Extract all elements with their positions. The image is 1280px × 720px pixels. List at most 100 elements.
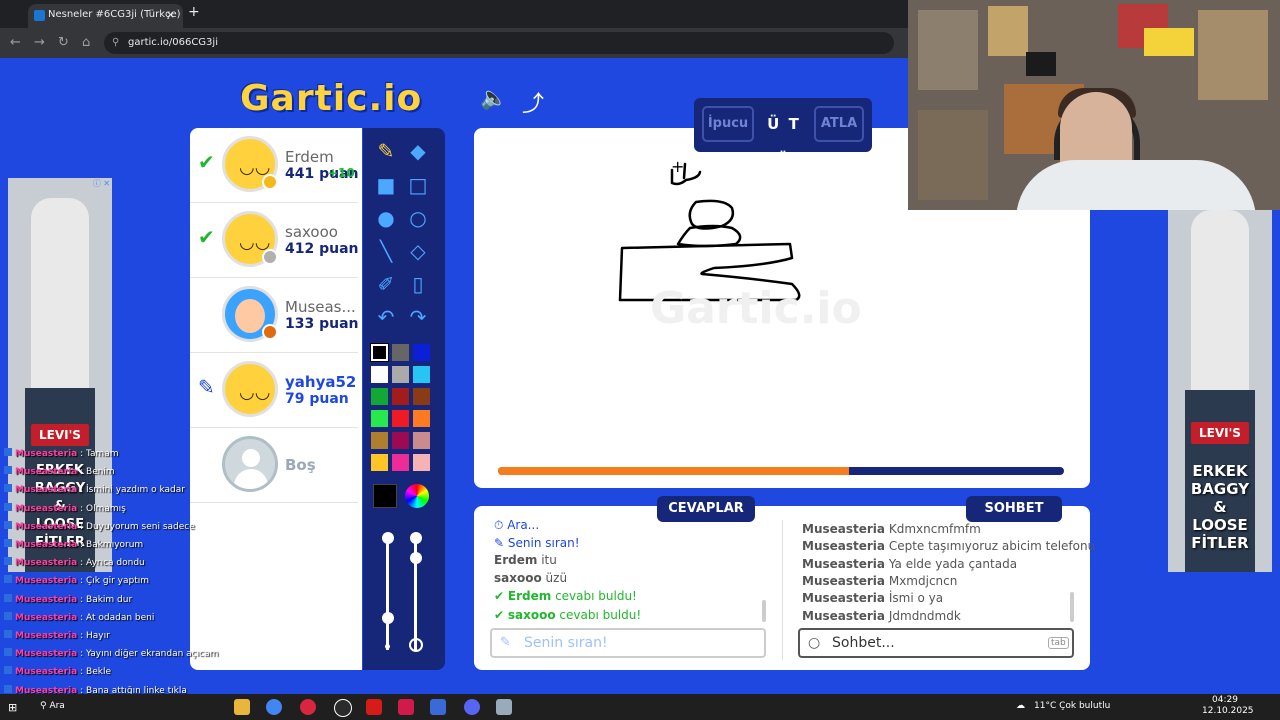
- color-swatch[interactable]: [371, 410, 388, 427]
- clock-time[interactable]: 04:29: [1212, 695, 1238, 705]
- color-swatch[interactable]: [392, 432, 409, 449]
- filled-rect-icon[interactable]: ■: [371, 170, 401, 200]
- reload-icon[interactable]: ↻: [58, 35, 69, 50]
- taskbar-search[interactable]: ⚲ Ara: [40, 701, 65, 711]
- sound-icon[interactable]: 🔈: [480, 86, 507, 111]
- color-swatch[interactable]: [413, 388, 430, 405]
- site-info-icon[interactable]: ⚲: [112, 37, 119, 48]
- color-swatch[interactable]: [371, 454, 388, 471]
- guessed-check-icon: ✔: [198, 150, 215, 174]
- drawing-pencil-icon: ✎: [198, 375, 215, 399]
- url-bar[interactable]: ⚲ gartic.io/066CG3ji: [104, 32, 894, 54]
- tab-chat[interactable]: SOHBET: [966, 496, 1062, 522]
- color-swatch[interactable]: [413, 366, 430, 383]
- stroke: [688, 199, 735, 230]
- favicon-icon: [34, 10, 45, 21]
- current-color-swatch[interactable]: [373, 484, 397, 508]
- file-explorer-icon[interactable]: [234, 699, 250, 715]
- tab-close-icon[interactable]: ×: [166, 8, 175, 21]
- color-swatch[interactable]: [371, 366, 388, 383]
- color-swatch[interactable]: [413, 410, 430, 427]
- player-row: Museas... 133 puan: [190, 278, 359, 353]
- chrome-icon[interactable]: [266, 699, 282, 715]
- chat-scrollbar[interactable]: [1070, 592, 1074, 622]
- share-icon[interactable]: ⤴: [522, 86, 544, 118]
- color-swatch[interactable]: [392, 410, 409, 427]
- stream-chat-line: Museasteria : Bakim dur: [4, 593, 132, 605]
- obs-icon[interactable]: [334, 699, 352, 717]
- fill-bucket-icon[interactable]: ◇: [403, 236, 433, 266]
- player-name: Boş: [285, 456, 316, 474]
- chat-message: Museasteria İsmi o ya: [802, 591, 944, 605]
- stream-chat-line: Museasteria : Bekle: [4, 666, 111, 677]
- forward-icon[interactable]: →: [34, 35, 45, 50]
- answers-scrollbar[interactable]: [762, 600, 766, 622]
- slider-knob[interactable]: [410, 532, 422, 544]
- pencil-icon[interactable]: ✎: [371, 136, 401, 166]
- color-swatch[interactable]: [413, 344, 430, 361]
- clock-date[interactable]: 12.10.2025: [1202, 706, 1254, 716]
- circle-icon[interactable]: ○: [403, 203, 433, 233]
- chat-message: Museasteria Cepte taşımıyoruz abicim tel…: [802, 539, 1096, 553]
- skip-button[interactable]: ATLA: [814, 106, 864, 142]
- color-swatch[interactable]: [413, 454, 430, 471]
- discord-icon[interactable]: [464, 699, 480, 715]
- new-tab-button[interactable]: +: [188, 4, 200, 20]
- page-icon[interactable]: ▯: [403, 269, 433, 299]
- redo-icon[interactable]: ↷: [403, 302, 433, 332]
- chat-message: Museasteria Ya elde yada çantada: [802, 557, 1018, 571]
- player-name: yahya52: [285, 373, 357, 391]
- windows-start-icon[interactable]: ⊞: [8, 701, 17, 714]
- large-brush-icon[interactable]: [409, 638, 423, 652]
- status-dot: [262, 174, 278, 190]
- slider-knob[interactable]: [382, 612, 394, 624]
- opacity-slider[interactable]: [386, 540, 389, 650]
- rect-icon[interactable]: □: [403, 170, 433, 200]
- canvas-watermark: Gartic.io: [650, 283, 862, 334]
- player-row: ✔ ◡◡ saxooo 412 puan: [190, 203, 359, 278]
- tab-answers[interactable]: CEVAPLAR: [657, 496, 755, 522]
- line-icon[interactable]: ╲: [371, 236, 401, 266]
- chat-input[interactable]: ○ Sohbet... tab: [798, 628, 1074, 658]
- hint-button[interactable]: İpucu: [702, 106, 754, 142]
- chat-message: Museasteria Jdmdndmdk: [802, 609, 961, 623]
- color-swatch[interactable]: [392, 344, 409, 361]
- app-icon[interactable]: [366, 699, 382, 715]
- color-swatch[interactable]: [370, 343, 389, 362]
- gartic-logo: Gartic.io: [240, 78, 423, 119]
- color-swatch[interactable]: [392, 388, 409, 405]
- player-row: ✔ ◡◡ Erdem 441 puan +10: [190, 128, 359, 203]
- undo-icon[interactable]: ↶: [371, 302, 401, 332]
- levis-ad-right[interactable]: LEVI'S ERKEK BAGGY & LOOSE FİTLER: [1168, 210, 1272, 572]
- slider-knob[interactable]: [382, 532, 394, 544]
- color-swatch[interactable]: [392, 454, 409, 471]
- color-swatch[interactable]: [413, 432, 430, 449]
- player-name: Museas...: [285, 298, 356, 316]
- back-icon[interactable]: ←: [10, 35, 21, 50]
- ad-info-icon[interactable]: ⓘ ✕: [93, 178, 110, 189]
- stream-chat-line: Museasteria : Bakmıyorum: [4, 539, 143, 550]
- app-icon[interactable]: [430, 699, 446, 715]
- small-brush-icon[interactable]: [385, 644, 390, 649]
- slider-knob[interactable]: [410, 552, 422, 564]
- tab-title: Nesneler #6CG3ji (Türkçe): [48, 9, 181, 20]
- home-icon[interactable]: ⌂: [82, 35, 90, 50]
- answer-input[interactable]: ✎ Senin sıran!: [490, 628, 766, 658]
- stream-chat-line: Museasteria : Hayır: [4, 630, 110, 641]
- eraser-icon[interactable]: ◆: [403, 136, 433, 166]
- color-swatch[interactable]: [371, 388, 388, 405]
- color-wheel-icon[interactable]: [405, 484, 429, 508]
- app-icon[interactable]: [398, 699, 414, 715]
- answer-message: Erdem itu: [494, 553, 557, 567]
- app-icon[interactable]: [300, 699, 316, 715]
- app-icon[interactable]: [496, 699, 512, 715]
- color-swatch[interactable]: [392, 366, 409, 383]
- browser-tab[interactable]: Nesneler #6CG3ji (Türkçe) ×: [28, 4, 183, 28]
- levis-logo: LEVI'S: [30, 424, 90, 446]
- player-name: Erdem: [285, 148, 334, 166]
- weather-text[interactable]: 11°C Çok bulutlu: [1034, 701, 1110, 711]
- color-swatch[interactable]: [371, 432, 388, 449]
- eyedropper-icon[interactable]: ✐: [371, 269, 401, 299]
- filled-circle-icon[interactable]: ●: [371, 203, 401, 233]
- player-row-current: ✎ ◡◡ yahya52 79 puan: [190, 353, 358, 428]
